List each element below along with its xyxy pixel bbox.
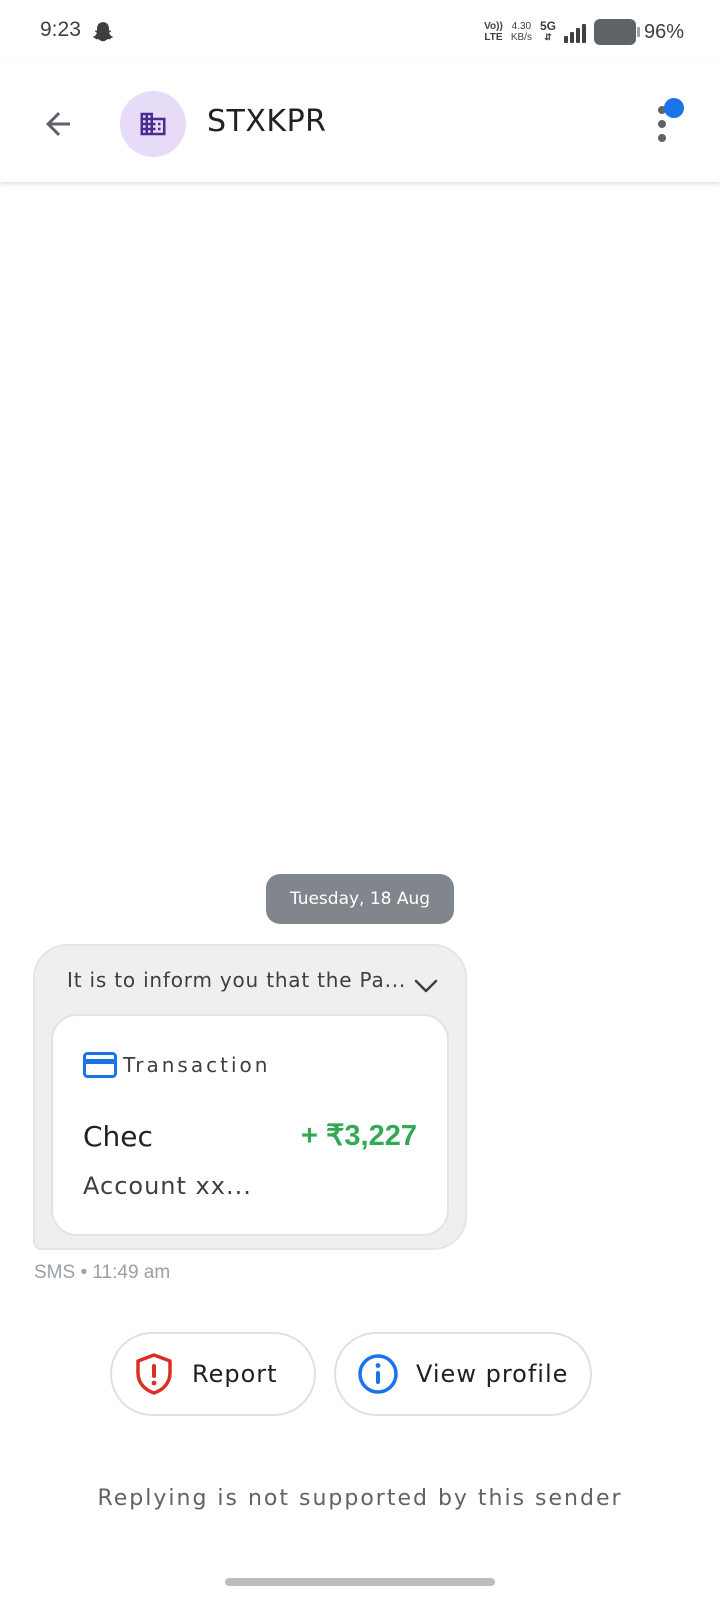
conversation-header: STXKPR xyxy=(0,64,720,182)
message-preview: It is to inform you that the Pa... xyxy=(67,968,407,992)
transaction-type-label: Transaction xyxy=(123,1053,271,1077)
signal-icon xyxy=(563,21,586,43)
status-bar: 9:23 Vo)) LTE 4.30 KB/s 5G ⇵ 96% xyxy=(0,0,720,64)
view-profile-button[interactable]: View profile xyxy=(334,1332,592,1416)
sender-title: STXKPR xyxy=(207,104,327,139)
arrow-back-icon xyxy=(46,112,70,136)
sender-avatar[interactable] xyxy=(120,91,186,157)
date-divider: Tuesday, 18 Aug xyxy=(266,874,454,924)
info-icon xyxy=(356,1352,400,1396)
transaction-amount: + ₹3,227 xyxy=(300,1120,417,1152)
battery-percent: 96% xyxy=(643,20,684,43)
notification-badge xyxy=(664,98,684,118)
network-type: 5G ⇵ xyxy=(539,19,556,42)
reply-not-supported-note: Replying is not supported by this sender xyxy=(97,1486,623,1511)
status-time: 9:23 xyxy=(40,18,81,41)
transaction-card[interactable]: Transaction Chec + ₹3,227 Account xx... xyxy=(51,1014,449,1236)
business-icon xyxy=(140,112,166,136)
transaction-account: Account xx... xyxy=(83,1172,252,1200)
battery-icon xyxy=(593,19,640,45)
more-options-button[interactable] xyxy=(638,96,694,156)
status-indicators: Vo)) LTE 4.30 KB/s 5G ⇵ 96% xyxy=(484,16,684,48)
report-button[interactable]: Report xyxy=(110,1332,316,1416)
message-bubble[interactable]: It is to inform you that the Pa... Trans… xyxy=(33,944,467,1250)
report-label: Report xyxy=(192,1360,278,1388)
snapchat-icon xyxy=(92,22,114,42)
volte-indicator: Vo)) LTE xyxy=(484,21,503,43)
credit-card-icon xyxy=(83,1052,117,1078)
report-shield-icon xyxy=(132,1352,176,1396)
message-timestamp: SMS • 11:49 am xyxy=(34,1262,171,1283)
chevron-down-icon[interactable] xyxy=(411,974,441,998)
home-indicator[interactable] xyxy=(225,1578,495,1586)
view-profile-label: View profile xyxy=(416,1360,569,1388)
transaction-name: Chec xyxy=(83,1120,153,1153)
network-speed: 4.30 KB/s xyxy=(510,21,532,43)
transaction-header: Transaction xyxy=(83,1052,270,1078)
back-button[interactable] xyxy=(30,96,86,152)
